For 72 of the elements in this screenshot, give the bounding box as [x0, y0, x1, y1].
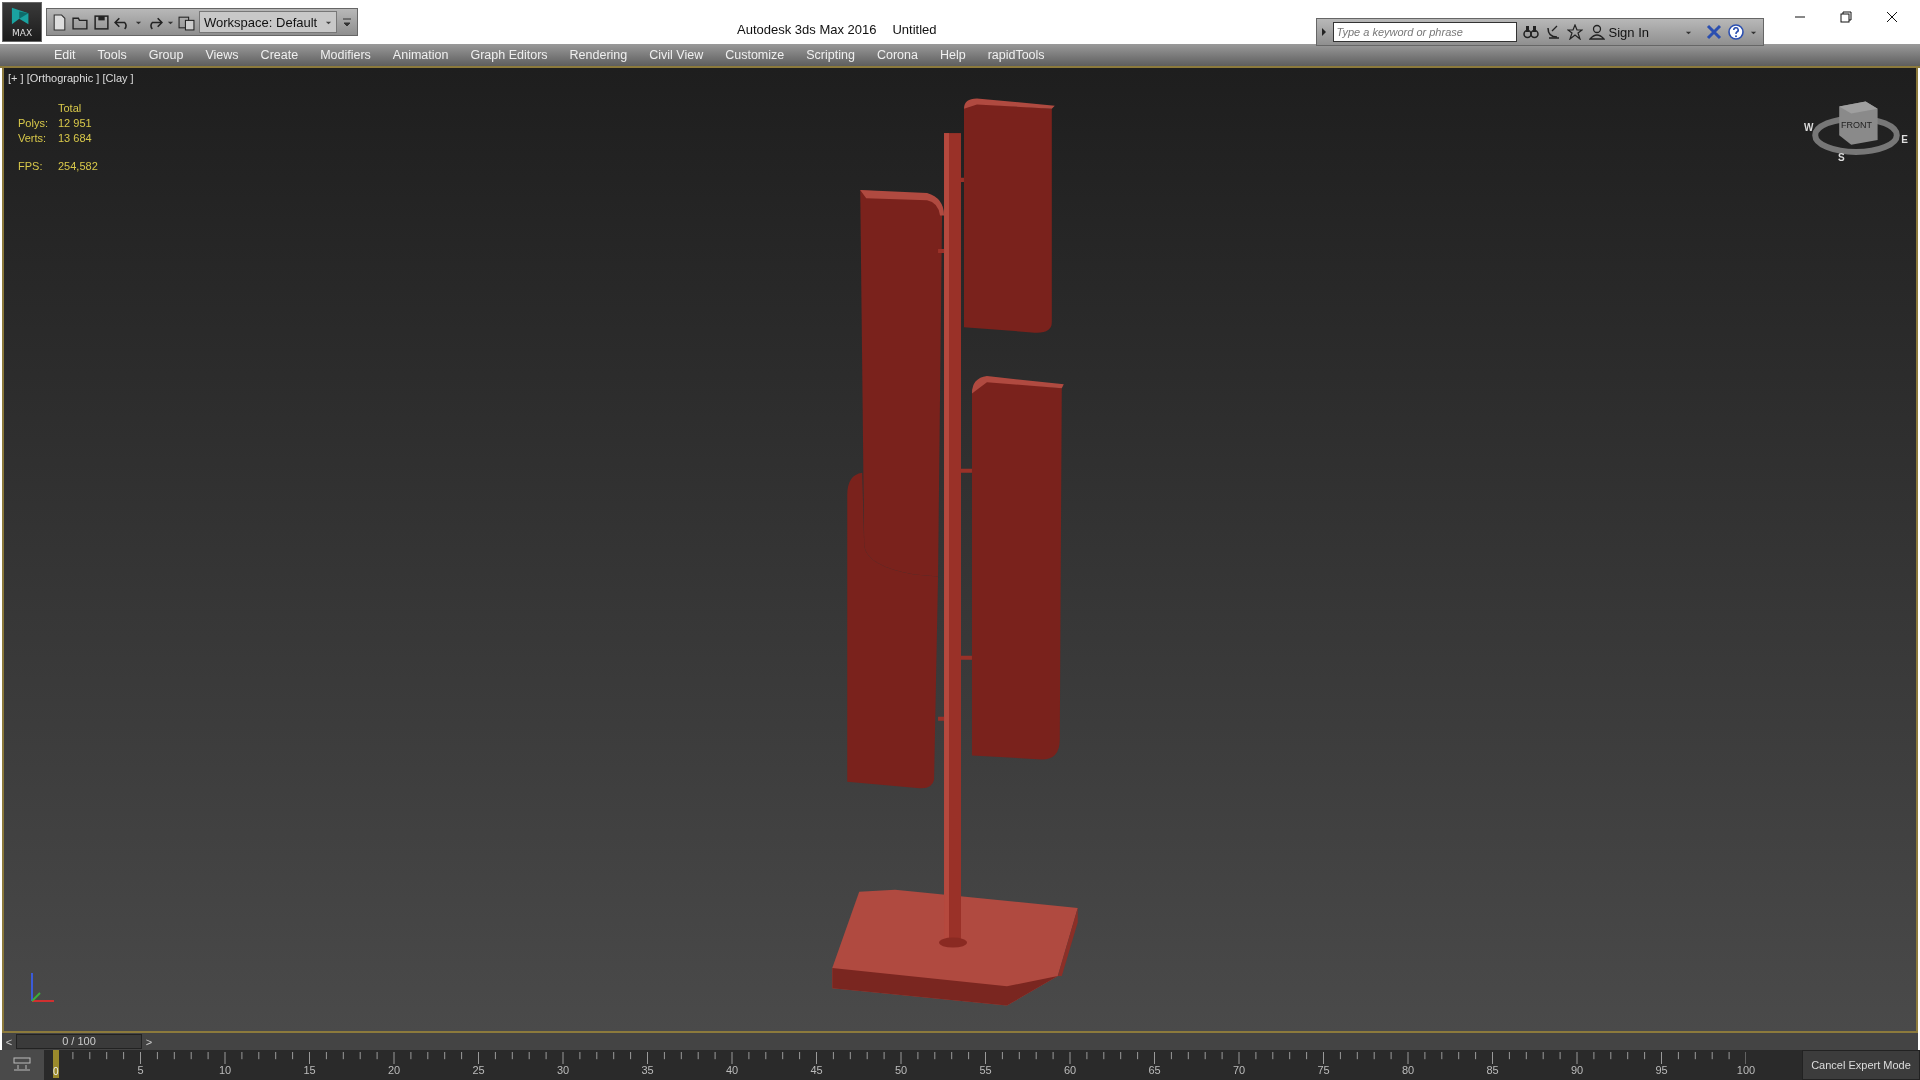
- app-name: Autodesk 3ds Max 2016: [737, 22, 877, 37]
- fps-label: FPS:: [18, 160, 44, 172]
- new-file-icon[interactable]: [51, 13, 68, 31]
- app-logo-button[interactable]: MAX: [2, 2, 42, 42]
- frame-number: 55: [979, 1064, 992, 1076]
- previous-frame-button[interactable]: <: [2, 1035, 16, 1048]
- help-icon[interactable]: [1728, 24, 1744, 40]
- frame-number: 20: [387, 1064, 401, 1076]
- stat-label: Verts:: [18, 132, 48, 144]
- stats-header: Total: [58, 102, 83, 114]
- frame-number: 10: [218, 1064, 232, 1076]
- menu-item[interactable]: Customize: [725, 48, 785, 62]
- fps-value: 254,582: [58, 160, 98, 172]
- stat-value: 12 951: [58, 117, 93, 129]
- menu-item[interactable]: Edit: [54, 48, 76, 62]
- frame-number: 40: [725, 1064, 739, 1076]
- time-slider-thumb[interactable]: 0 / 100: [16, 1034, 142, 1049]
- frame-number: 50: [894, 1064, 908, 1076]
- current-frame-marker[interactable]: 0: [53, 1050, 59, 1078]
- frame-number: 15: [303, 1064, 316, 1076]
- next-frame-button[interactable]: >: [142, 1035, 156, 1048]
- menu-item[interactable]: Group: [148, 48, 184, 62]
- save-icon[interactable]: [93, 13, 110, 31]
- viewport-label[interactable]: [+ ] [Orthographic ] [Clay ]: [8, 72, 134, 84]
- menu-item[interactable]: Civil View: [649, 48, 704, 62]
- frame-number: 80: [1401, 1064, 1415, 1076]
- menu-item[interactable]: Corona: [876, 48, 918, 62]
- frame-number: 95: [1655, 1064, 1668, 1076]
- menu-item[interactable]: rapidTools: [987, 48, 1045, 62]
- exchange-icon[interactable]: [1706, 24, 1722, 40]
- logo-text: MAX: [11, 28, 33, 38]
- menu-item[interactable]: Scripting: [806, 48, 855, 62]
- satellite-dish-icon[interactable]: [1544, 24, 1561, 40]
- frame-number: 25: [472, 1064, 485, 1076]
- close-icon[interactable]: [1886, 11, 1898, 23]
- search-field[interactable]: Type a keyword or phrase: [1332, 22, 1517, 42]
- cancel-expert-mode-button[interactable]: Cancel Expert Mode: [1802, 1050, 1920, 1080]
- frame-number: 90: [1570, 1064, 1584, 1076]
- compass-label: E: [1901, 134, 1908, 145]
- menu-item[interactable]: Modifiers: [320, 48, 371, 62]
- frame-number: 30: [556, 1064, 570, 1076]
- frame-number: 45: [810, 1064, 823, 1076]
- frame-number: 70: [1232, 1064, 1246, 1076]
- menu-item[interactable]: Rendering: [569, 48, 628, 62]
- menu-item[interactable]: Create: [260, 48, 299, 62]
- stat-value: 13 684: [58, 132, 93, 144]
- compass-label: S: [1838, 152, 1845, 163]
- restore-icon[interactable]: [1840, 11, 1852, 23]
- menu-item[interactable]: Animation: [392, 48, 449, 62]
- frame-number: 85: [1486, 1064, 1499, 1076]
- compass-label: W: [1804, 122, 1814, 133]
- viewport[interactable]: [+ ] [Orthographic ] [Clay ] Total Polys: 12 951 Verts: 13 684 FPS: 254,582 W FRONT E S: [2, 68, 1918, 1033]
- sign-in-button[interactable]: Sign In: [1588, 24, 1649, 40]
- star-icon[interactable]: [1566, 24, 1583, 40]
- frame-number: 60: [1063, 1064, 1077, 1076]
- frame-number: 5: [137, 1064, 144, 1076]
- binoculars-icon[interactable]: [1522, 24, 1539, 40]
- expand-icon[interactable]: [1320, 27, 1327, 37]
- window-title: Untitled: [892, 22, 937, 37]
- stat-label: Polys:: [18, 117, 49, 129]
- menu-item[interactable]: Views: [205, 48, 239, 62]
- menu-item[interactable]: Tools: [97, 48, 127, 62]
- user-icon: [1588, 24, 1605, 40]
- viewcube-face-label: FRONT: [1841, 120, 1872, 130]
- workspace-dropdown[interactable]: Workspace: Default: [199, 11, 338, 33]
- menu-item[interactable]: Graph Editors: [470, 48, 548, 62]
- frame-number: 35: [641, 1064, 654, 1076]
- frame-number: 100: [1736, 1064, 1756, 1076]
- frame-number: 65: [1148, 1064, 1161, 1076]
- menu-item[interactable]: Help: [939, 48, 966, 62]
- frame-number: 75: [1317, 1064, 1330, 1076]
- track-bar-icon: [12, 1057, 32, 1073]
